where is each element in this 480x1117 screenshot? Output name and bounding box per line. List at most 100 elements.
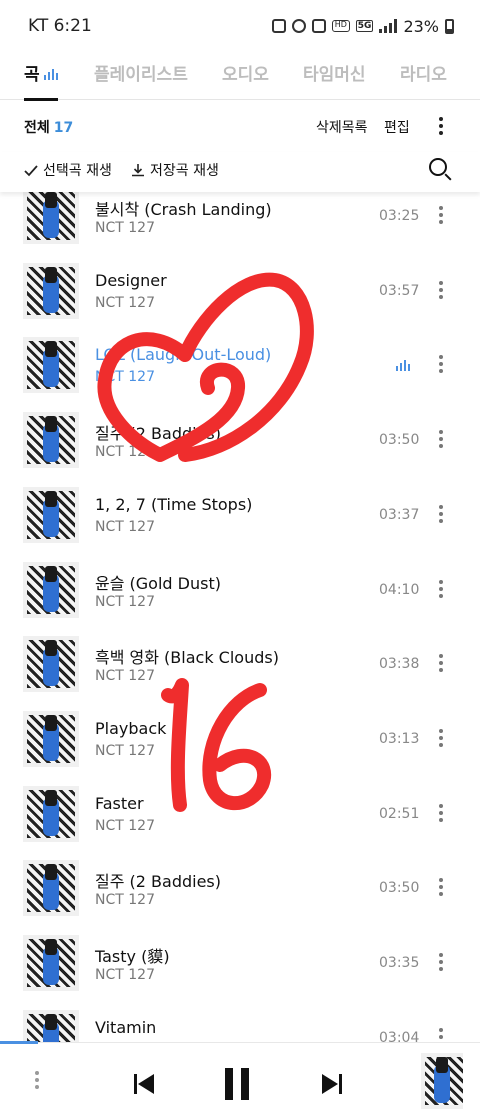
playback-progress[interactable] xyxy=(0,1041,39,1044)
song-row[interactable]: 질주 (2 Baddies) NCT 127 03:50 xyxy=(0,850,480,925)
status-icons: HD 5G 23% xyxy=(271,16,454,36)
song-row[interactable]: Faster NCT 127 02:51 xyxy=(0,776,480,851)
song-artist: NCT 127 xyxy=(95,369,155,386)
drag-handle-icon[interactable] xyxy=(35,1071,39,1089)
battery-percent: 23% xyxy=(403,16,439,36)
now-playing-icon xyxy=(396,360,410,372)
tab-songs[interactable]: 곡 xyxy=(24,60,58,85)
song-more-icon[interactable] xyxy=(439,579,443,598)
download-icon xyxy=(132,164,144,177)
total-number: 17 xyxy=(53,120,74,136)
song-row[interactable]: 질주 (2 Baddies) NCT 127 03:50 xyxy=(0,402,480,477)
song-duration: 03:25 xyxy=(379,208,420,224)
song-row[interactable]: Playback NCT 127 03:13 xyxy=(0,701,480,776)
song-title: Faster xyxy=(95,793,144,813)
song-duration: 02:51 xyxy=(379,805,420,822)
song-artist: NCT 127 xyxy=(95,444,155,461)
song-more-icon[interactable] xyxy=(439,504,443,523)
song-artist: NCT 127 xyxy=(95,742,155,759)
play-selected-button[interactable]: 선택곡 재생 xyxy=(24,160,112,180)
album-art xyxy=(23,486,79,543)
song-duration: 03:57 xyxy=(379,282,420,299)
song-duration: 03:35 xyxy=(379,955,420,971)
song-duration: 03:50 xyxy=(379,432,420,449)
search-icon[interactable] xyxy=(429,158,447,176)
tab-audio[interactable]: 오디오 xyxy=(222,60,269,85)
album-art xyxy=(23,860,79,917)
song-title: Tasty (貘) xyxy=(95,947,170,966)
carrier-time: KT 6:21 xyxy=(28,16,92,36)
status-bar: KT 6:21 HD 5G 23% xyxy=(0,0,480,52)
song-row[interactable]: LOL (Laugh-Out-Loud) NCT 127 xyxy=(0,327,480,402)
deleted-list-button[interactable]: 삭제목록 xyxy=(316,117,368,137)
tab-bar: 곡 플레이리스트 오디오 타임머신 라디오 xyxy=(0,52,480,101)
song-row[interactable]: Designer NCT 127 03:57 xyxy=(0,253,480,328)
song-more-icon[interactable] xyxy=(439,654,443,673)
mini-player xyxy=(0,1041,480,1117)
song-duration: 03:13 xyxy=(379,730,420,747)
song-artist: NCT 127 xyxy=(95,518,155,535)
album-art xyxy=(23,935,79,991)
song-row[interactable]: 흑백 영화 (Black Clouds) NCT 127 03:38 xyxy=(0,626,480,701)
pause-button[interactable] xyxy=(225,1068,249,1100)
song-artist: NCT 127 xyxy=(95,668,155,685)
tab-playlist[interactable]: 플레이리스트 xyxy=(94,60,188,85)
play-selected-label: 선택곡 재생 xyxy=(43,163,112,179)
shield-icon xyxy=(271,19,286,33)
album-art xyxy=(23,785,79,842)
hd-voice-icon: HD xyxy=(331,20,350,32)
check-icon xyxy=(24,165,38,177)
song-more-icon[interactable] xyxy=(439,953,443,971)
mute-icon xyxy=(311,19,326,33)
network-icon: 5G xyxy=(355,20,374,32)
song-more-icon[interactable] xyxy=(439,430,443,449)
album-art xyxy=(23,412,79,469)
song-row[interactable]: Tasty (貘) NCT 127 03:35 xyxy=(0,925,480,1000)
album-art xyxy=(23,337,79,394)
song-duration: 03:50 xyxy=(379,880,420,897)
song-more-icon[interactable] xyxy=(439,728,443,747)
song-artist: NCT 127 xyxy=(95,892,155,909)
song-duration: 03:38 xyxy=(379,656,420,673)
song-duration: 04:10 xyxy=(379,581,420,598)
song-duration: 03:37 xyxy=(379,506,420,523)
song-row[interactable]: 1, 2, 7 (Time Stops) NCT 127 03:37 xyxy=(0,477,480,552)
album-art xyxy=(23,710,79,767)
song-title: 질주 (2 Baddies) xyxy=(95,424,221,444)
song-title: 질주 (2 Baddies) xyxy=(95,872,221,892)
next-track-button[interactable] xyxy=(322,1074,342,1094)
song-row[interactable]: 윤슬 (Gold Dust) NCT 127 04:10 xyxy=(0,552,480,627)
tab-radio[interactable]: 라디오 xyxy=(400,60,447,85)
total-count: 전체 17 xyxy=(24,117,73,137)
tab-timemachine[interactable]: 타임머신 xyxy=(303,60,366,85)
play-saved-button[interactable]: 저장곡 재생 xyxy=(131,160,219,180)
battery-icon xyxy=(445,18,454,34)
song-title: LOL (Laugh-Out-Loud) xyxy=(95,345,272,365)
song-more-icon[interactable] xyxy=(439,1027,443,1042)
song-row[interactable]: VitaminNCT 12703:04 xyxy=(0,1000,480,1042)
song-more-icon[interactable] xyxy=(439,280,443,299)
song-more-icon[interactable] xyxy=(439,206,443,224)
song-artist: NCT 127 xyxy=(95,294,155,311)
song-more-icon[interactable] xyxy=(439,803,443,822)
song-title: 흑백 영화 (Black Clouds) xyxy=(95,648,279,668)
now-playing-album-art[interactable] xyxy=(421,1053,463,1109)
tab-label: 곡 xyxy=(24,65,40,85)
song-more-icon[interactable] xyxy=(439,878,443,897)
song-artist: NCT 127 xyxy=(95,593,155,610)
equalizer-icon xyxy=(43,69,58,80)
more-options-icon[interactable] xyxy=(439,117,443,135)
list-toolbar: 전체 17 삭제목록 편집 xyxy=(0,100,480,152)
previous-track-button[interactable] xyxy=(134,1074,154,1094)
song-title: 1, 2, 7 (Time Stops) xyxy=(95,494,253,514)
edit-button[interactable]: 편집 xyxy=(384,117,410,137)
song-title: Designer xyxy=(95,270,167,290)
song-more-icon[interactable] xyxy=(439,355,443,374)
song-duration: 03:04 xyxy=(379,1029,420,1042)
song-title: Playback xyxy=(95,718,167,738)
album-art xyxy=(23,636,79,693)
song-list: 불시착 (Crash Landing) NCT 127 03:25 Designer N… xyxy=(0,180,480,1042)
previous-icon xyxy=(134,1074,137,1094)
next-icon xyxy=(322,1074,338,1094)
song-artist: NCT 127 xyxy=(95,967,155,983)
